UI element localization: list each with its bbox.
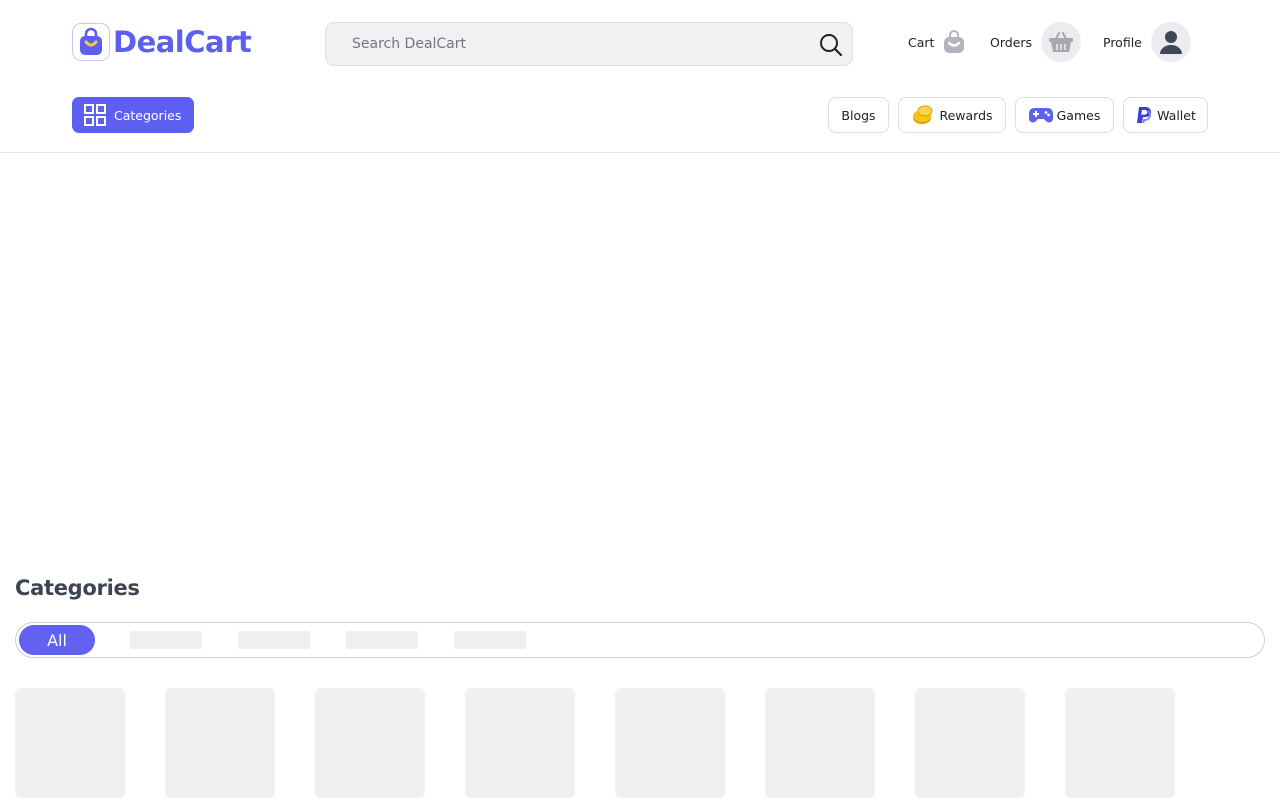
wallet-link[interactable]: Wallet: [1123, 97, 1208, 133]
coins-icon: [911, 104, 935, 126]
cart-icon: [943, 30, 965, 54]
search-input[interactable]: [326, 23, 806, 65]
blogs-link[interactable]: Blogs: [828, 97, 889, 133]
brand-name: DealCart: [113, 25, 252, 59]
search-bar: [325, 22, 853, 66]
grid-icon: [84, 104, 106, 126]
tab-skeleton: [454, 631, 526, 649]
cart-link[interactable]: Cart: [908, 22, 965, 62]
category-tabs: All: [15, 622, 1265, 658]
shopping-bag-smile-icon: [72, 23, 110, 61]
tab-skeleton: [130, 631, 202, 649]
blogs-label: Blogs: [841, 107, 876, 123]
rewards-link[interactable]: Rewards: [898, 97, 1006, 133]
cart-label: Cart: [908, 34, 935, 50]
category-card-skeleton: [915, 688, 1025, 798]
category-card-skeleton: [315, 688, 425, 798]
category-card-skeleton: [165, 688, 275, 798]
tab-all[interactable]: All: [19, 625, 95, 655]
search-icon: [820, 34, 843, 57]
site-header: DealCart Cart Orders: [0, 0, 1280, 153]
gamepad-icon: [1028, 106, 1053, 124]
categories-button-label: Categories: [114, 107, 182, 123]
wallet-label: Wallet: [1157, 107, 1196, 123]
category-card-skeleton: [765, 688, 875, 798]
profile-label: Profile: [1103, 34, 1142, 50]
category-card-skeleton: [465, 688, 575, 798]
wallet-icon: [1135, 106, 1153, 124]
profile-link[interactable]: Profile: [1103, 22, 1191, 62]
category-card-skeleton: [615, 688, 725, 798]
rewards-label: Rewards: [939, 107, 993, 123]
games-link[interactable]: Games: [1015, 97, 1114, 133]
tab-skeleton: [238, 631, 310, 649]
category-card-skeleton: [1065, 688, 1175, 798]
games-label: Games: [1056, 107, 1101, 123]
avatar-icon: [1150, 22, 1191, 62]
categories-button[interactable]: Categories: [72, 97, 194, 133]
brand-logo[interactable]: DealCart: [72, 22, 252, 62]
categories-section-title: Categories: [15, 576, 140, 600]
search-button[interactable]: [818, 32, 844, 58]
orders-basket-icon: [1041, 22, 1082, 62]
orders-label: Orders: [990, 34, 1033, 50]
tab-skeleton: [346, 631, 418, 649]
orders-link[interactable]: Orders: [990, 22, 1082, 62]
category-card-skeleton: [15, 688, 125, 798]
